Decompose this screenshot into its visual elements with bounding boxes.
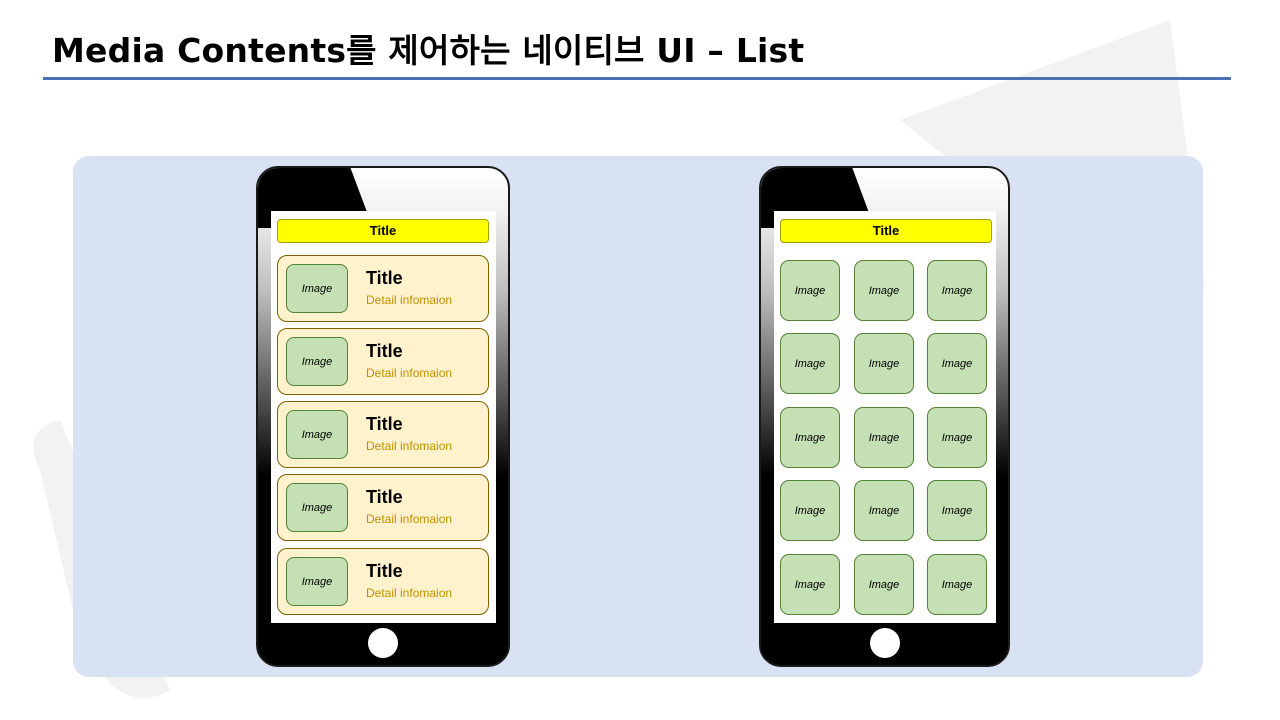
grid-tile[interactable]: Image — [780, 260, 840, 321]
grid-tile[interactable]: Image — [854, 480, 914, 541]
grid-tile[interactable]: Image — [854, 407, 914, 468]
image-placeholder: Image — [286, 557, 348, 606]
grid-tile[interactable]: Image — [927, 480, 987, 541]
list-item-title: Title — [366, 268, 403, 288]
grid-tile[interactable]: Image — [780, 333, 840, 394]
grid-tile[interactable]: Image — [854, 260, 914, 321]
grid-tile[interactable]: Image — [854, 554, 914, 615]
grid-tile[interactable]: Image — [927, 260, 987, 321]
list-item-detail: Detail infomaion — [366, 293, 453, 307]
grid-tile[interactable]: Image — [927, 333, 987, 394]
title-underline — [43, 77, 1231, 80]
list-item-title: Title — [366, 561, 403, 581]
phone-screen: Title Image Title Detail infomaion Image… — [271, 211, 496, 623]
phone-grid-mockup: Title Image Image Image Image Image Imag… — [759, 166, 1010, 667]
list-item[interactable]: Image Title Detail infomaion — [277, 328, 489, 395]
list-item-detail: Detail infomaion — [366, 439, 453, 453]
home-button[interactable] — [869, 628, 900, 658]
slide-title: Media Contents를 제어하는 네이티브 UI – List — [52, 31, 805, 70]
list-item-title: Title — [366, 414, 403, 434]
list-item[interactable]: Image Title Detail infomaion — [277, 401, 489, 468]
phone-list-mockup: Title Image Title Detail infomaion Image… — [256, 166, 510, 667]
content-panel — [73, 156, 1203, 677]
list-item-title: Title — [366, 341, 403, 361]
grid-tile[interactable]: Image — [780, 480, 840, 541]
image-placeholder: Image — [286, 410, 348, 459]
image-placeholder: Image — [286, 337, 348, 386]
app-bar-title: Title — [780, 219, 992, 243]
list-item-detail: Detail infomaion — [366, 512, 453, 526]
list-item[interactable]: Image Title Detail infomaion — [277, 548, 489, 615]
grid-tile[interactable]: Image — [780, 407, 840, 468]
image-placeholder: Image — [286, 264, 348, 313]
home-button[interactable] — [368, 628, 398, 658]
image-placeholder: Image — [286, 483, 348, 532]
grid-tile[interactable]: Image — [927, 407, 987, 468]
list-item-title: Title — [366, 487, 403, 507]
list-item[interactable]: Image Title Detail infomaion — [277, 255, 489, 322]
list-item[interactable]: Image Title Detail infomaion — [277, 474, 489, 541]
list-item-detail: Detail infomaion — [366, 366, 453, 380]
grid-tile[interactable]: Image — [854, 333, 914, 394]
grid-tile[interactable]: Image — [927, 554, 987, 615]
app-bar-title: Title — [277, 219, 489, 243]
phone-screen: Title Image Image Image Image Image Imag… — [774, 211, 996, 623]
grid-tile[interactable]: Image — [780, 554, 840, 615]
list-item-detail: Detail infomaion — [366, 586, 453, 600]
